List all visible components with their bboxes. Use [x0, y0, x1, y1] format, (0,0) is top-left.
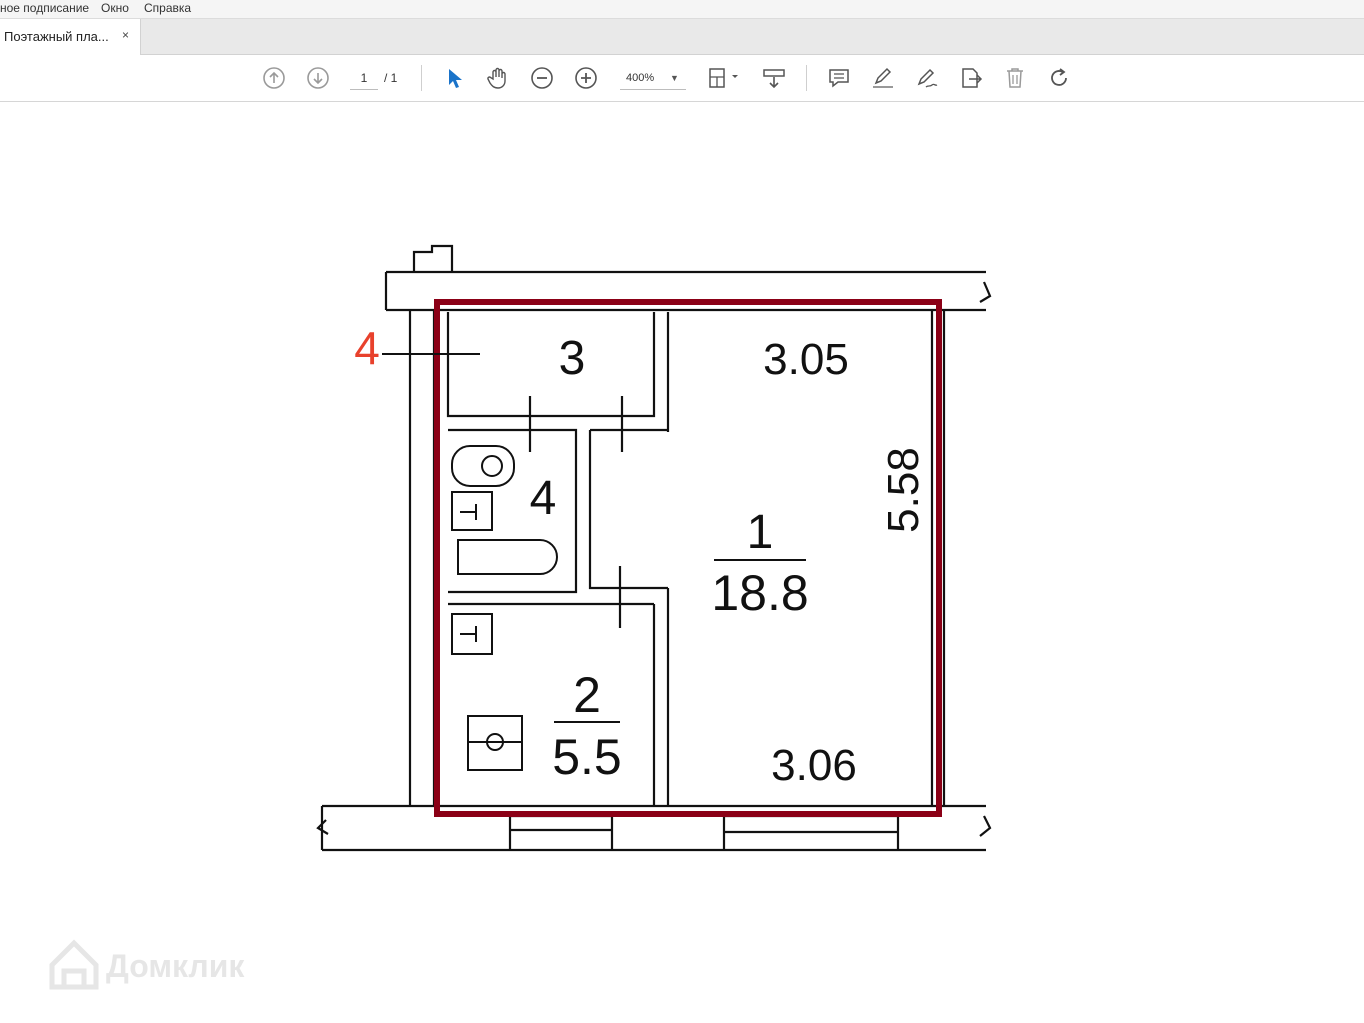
zoom-out-icon[interactable]: [529, 65, 555, 91]
wall-left: [408, 310, 436, 806]
scroll-mode-icon[interactable]: [761, 65, 787, 91]
domclick-watermark: Домклик: [46, 935, 286, 991]
comment-icon[interactable]: [826, 65, 852, 91]
toolbar-divider: [421, 65, 422, 91]
highlight-icon[interactable]: [870, 65, 896, 91]
menu-item-help[interactable]: Справка: [144, 1, 191, 15]
zoom-in-icon[interactable]: [573, 65, 599, 91]
room1-number: 1: [747, 506, 774, 559]
window-right: [722, 814, 900, 850]
chevron-down-icon: ▼: [670, 73, 679, 83]
bathtub-icon: [457, 539, 558, 575]
hand-tool-icon[interactable]: [485, 65, 511, 91]
page-number-input[interactable]: 1: [350, 67, 378, 90]
room2-area: 5.5: [552, 729, 622, 785]
dimension-top: 3.05: [763, 335, 849, 384]
next-page-icon[interactable]: [305, 65, 331, 91]
room1-area: 18.8: [711, 565, 808, 621]
delete-icon[interactable]: [1002, 65, 1028, 91]
toilet-bowl-icon: [481, 455, 503, 477]
tab-close-icon[interactable]: ×: [122, 28, 129, 42]
menu-bar: ное подписание Окно Справка: [0, 0, 1364, 19]
menu-item-window[interactable]: Окно: [101, 1, 129, 15]
menu-item-signing[interactable]: ное подписание: [0, 1, 89, 15]
prev-page-icon[interactable]: [261, 65, 287, 91]
select-cursor-icon[interactable]: [441, 65, 467, 91]
room2-number: 2: [573, 667, 601, 723]
dimension-side: 5.58: [879, 447, 928, 533]
floor-plan: 4 3 4 3.05 1 18.8 2 5.5 3.06 5.58: [316, 244, 992, 852]
kitchen-faucet-icon: [460, 626, 477, 642]
sign-icon[interactable]: [914, 65, 940, 91]
window-left: [508, 814, 614, 850]
faucet-icon: [460, 504, 477, 520]
marker-label: 4: [354, 322, 380, 374]
export-icon[interactable]: [958, 65, 984, 91]
break-mark: [979, 281, 992, 303]
watermark-text: Домклик: [106, 948, 245, 984]
fit-page-icon[interactable]: [706, 65, 742, 91]
dimension-bottom: 3.06: [771, 741, 857, 790]
toolbar-divider: [806, 65, 807, 91]
toolbar: 1 / 1 400% ▼: [0, 55, 1364, 102]
tab-bar: Поэтажный пла... ×: [0, 19, 1364, 55]
zoom-value: 400%: [626, 72, 655, 84]
vent-block: [412, 244, 454, 272]
room3-label: 3: [559, 332, 586, 385]
rotate-icon[interactable]: [1046, 65, 1072, 91]
document-page[interactable]: 4 3 4 3.05 1 18.8 2 5.5 3.06 5.58: [0, 102, 1364, 1023]
document-tab[interactable]: Поэтажный пла... ×: [0, 19, 141, 55]
zoom-select[interactable]: 400% ▼: [620, 67, 686, 90]
page-total: / 1: [384, 71, 398, 85]
tab-title: Поэтажный пла...: [4, 29, 109, 44]
house-logo-icon: [49, 939, 99, 990]
room4-label: 4: [530, 472, 557, 525]
apartment-highlight: [434, 299, 942, 817]
